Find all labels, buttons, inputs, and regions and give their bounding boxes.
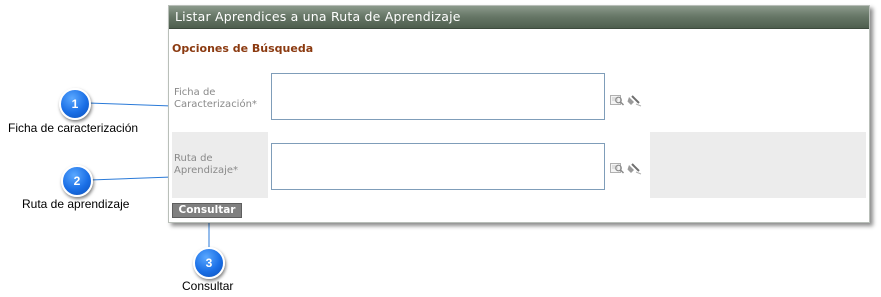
field-label-ficha: Ficha de Caracterización*	[172, 68, 266, 130]
field-label-ruta-line2: Aprendizaje*	[174, 165, 239, 176]
ruta-aprendizaje-input[interactable]	[271, 143, 605, 190]
clear-icon[interactable]	[627, 160, 642, 175]
search-panel: Listar Aprendices a una Ruta de Aprendiz…	[168, 5, 870, 223]
field-label-ficha-line1: Ficha de	[174, 87, 216, 98]
callout-badge-1: 1	[59, 88, 91, 120]
field-row-ficha: Ficha de Caracterización*	[172, 68, 866, 130]
callout-badge-2: 2	[61, 165, 93, 197]
ficha-caracterizacion-input[interactable]	[271, 73, 605, 120]
field-label-ruta-line1: Ruta de	[174, 153, 213, 164]
field-input-cell-ruta	[268, 132, 648, 198]
section-title: Opciones de Búsqueda	[172, 42, 314, 55]
field-row-ruta: Ruta de Aprendizaje*	[172, 132, 866, 198]
consultar-button[interactable]: Consultar	[172, 203, 242, 218]
search-icon[interactable]	[610, 92, 625, 106]
search-icon[interactable]	[610, 160, 625, 174]
field-spacer	[648, 68, 866, 130]
callout-label-2: Ruta de aprendizaje	[22, 197, 130, 211]
callout-label-1: Ficha de caracterización	[8, 121, 139, 135]
clear-icon[interactable]	[627, 92, 642, 107]
panel-title: Listar Aprendices a una Ruta de Aprendiz…	[169, 6, 869, 29]
field-label-ruta: Ruta de Aprendizaje*	[172, 132, 266, 198]
callout-badge-3: 3	[193, 247, 225, 279]
field-label-ficha-line2: Caracterización*	[174, 99, 257, 110]
callout-label-3: Consultar	[182, 279, 234, 293]
field-spacer	[648, 132, 866, 198]
field-input-cell-ficha	[268, 68, 648, 130]
